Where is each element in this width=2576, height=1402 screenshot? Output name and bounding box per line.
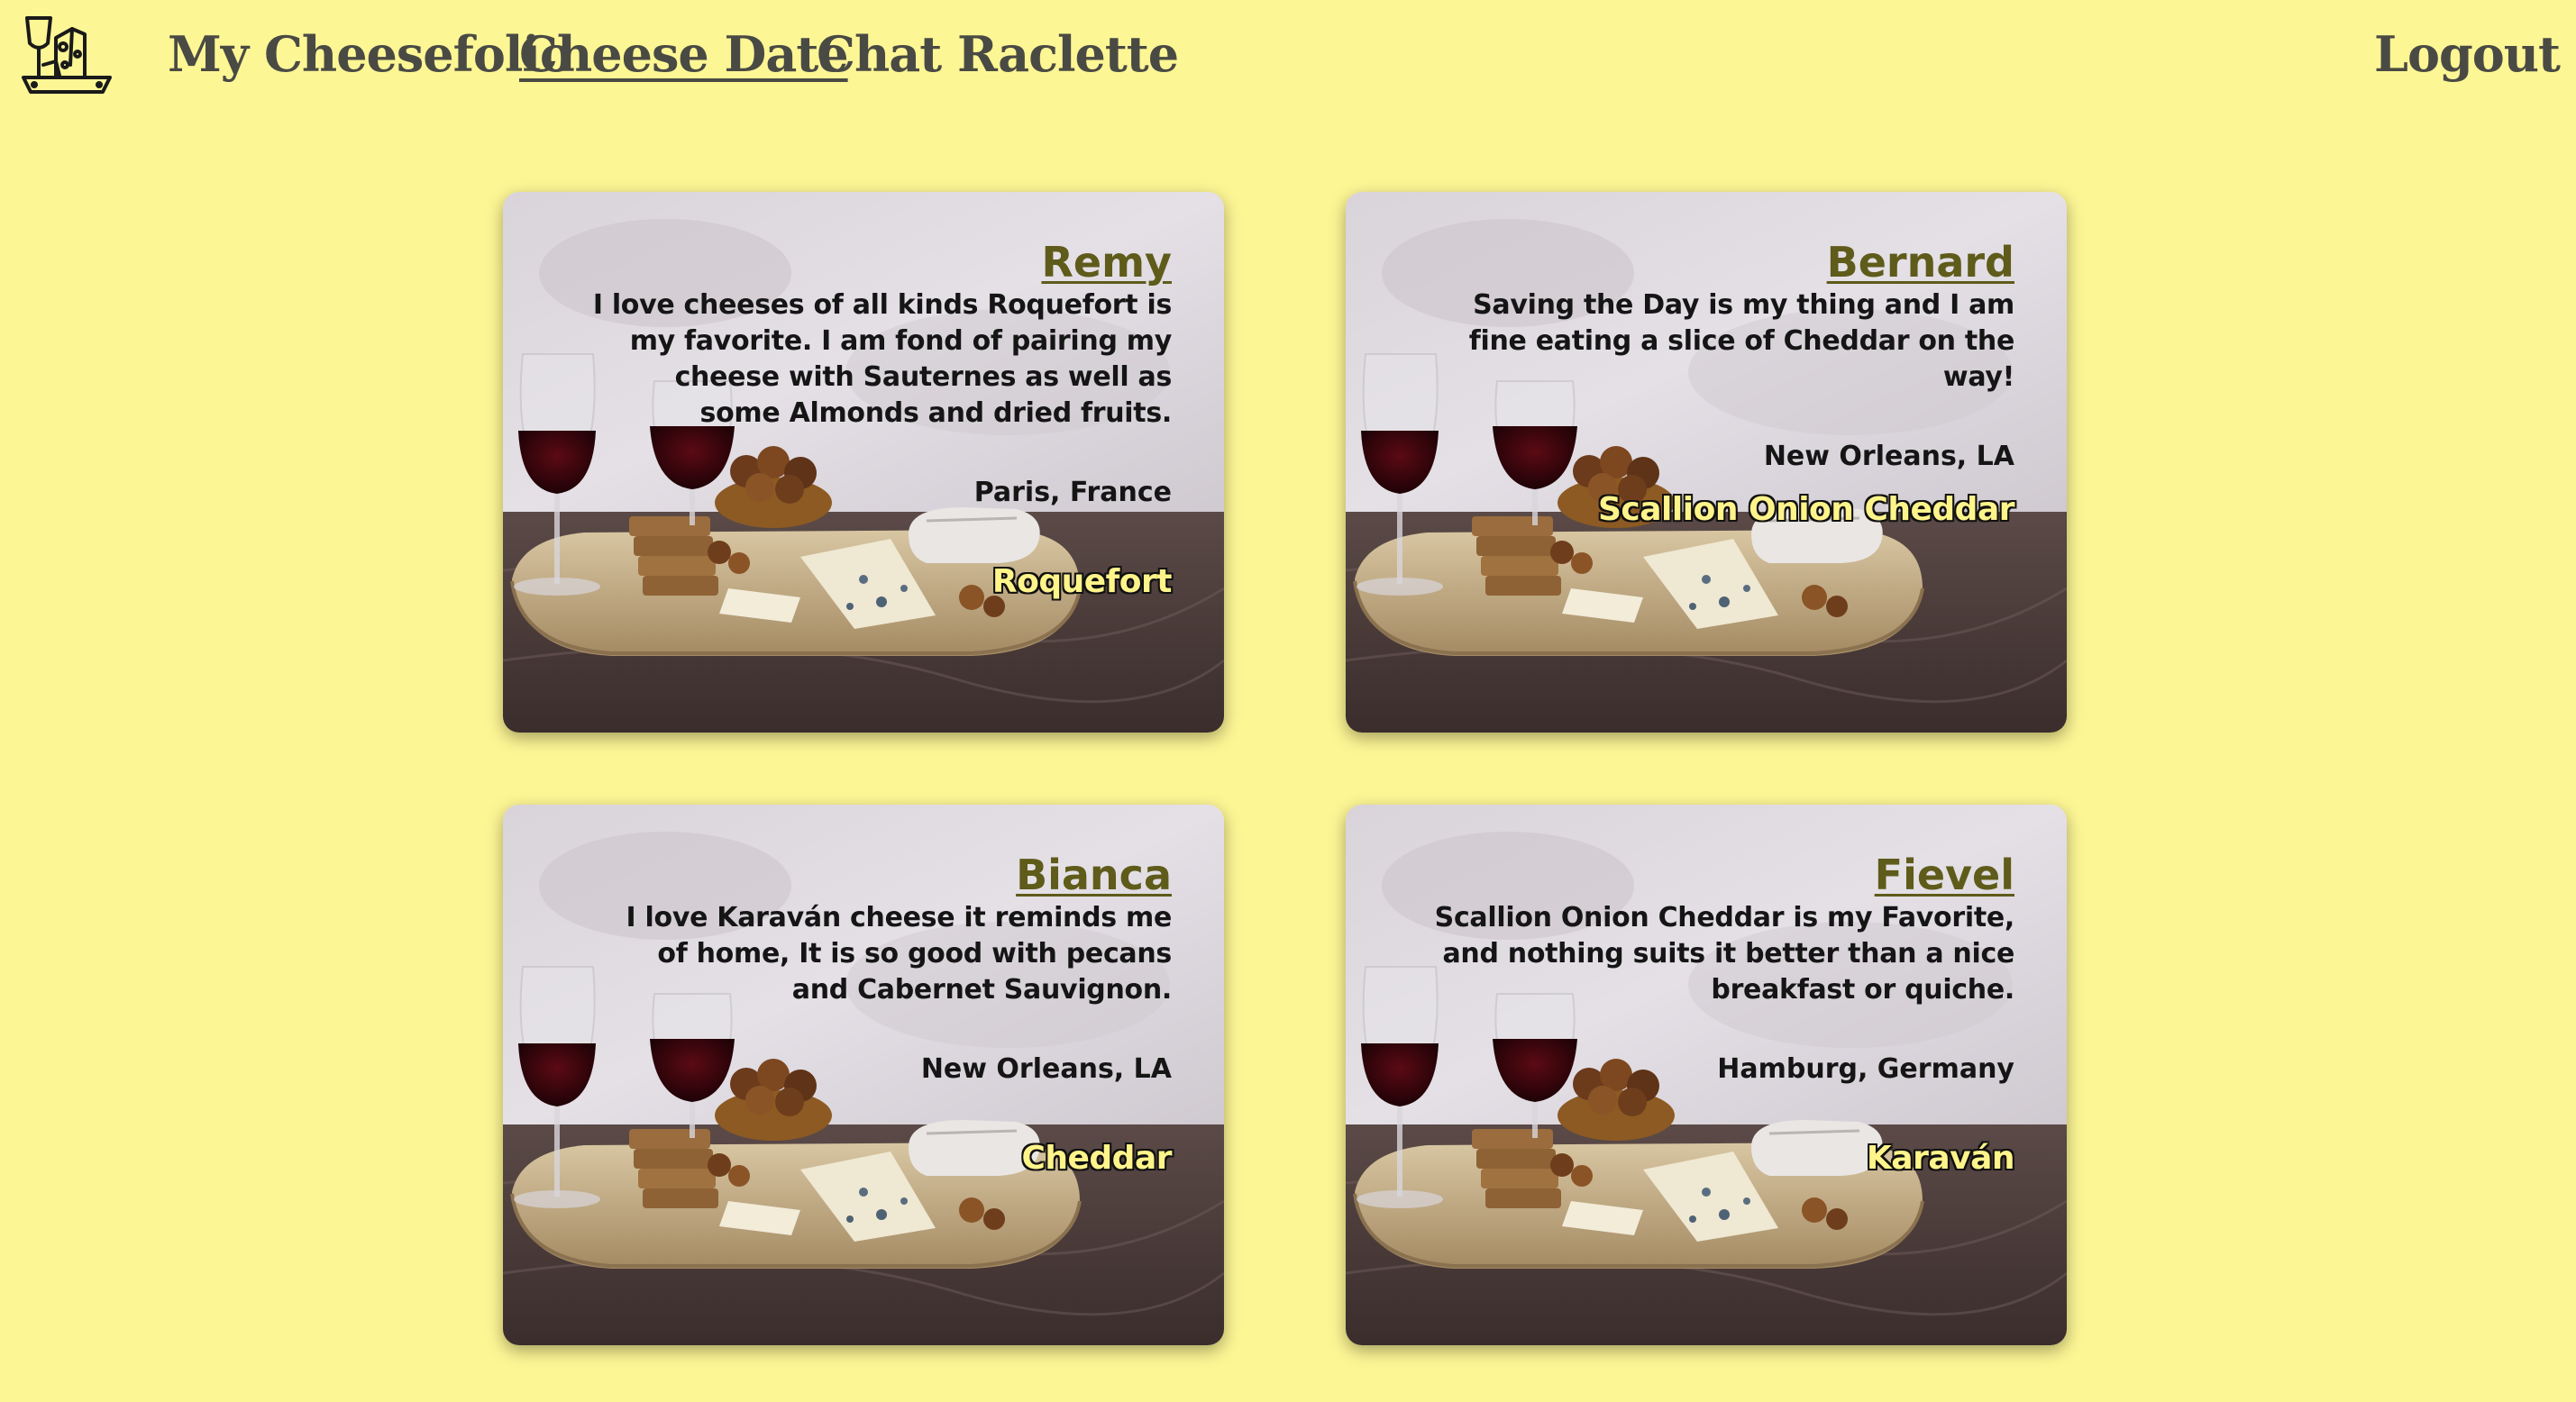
profile-name-link[interactable]: Bianca	[1016, 850, 1172, 900]
profile-location: Paris, France	[973, 477, 1172, 508]
profile-card[interactable]: Bernard Saving the Day is my thing and I…	[1346, 192, 2067, 733]
profile-card[interactable]: Fievel Scallion Onion Cheddar is my Favo…	[1346, 805, 2067, 1345]
profile-card[interactable]: Bianca I love Karaván cheese it reminds …	[503, 805, 1224, 1345]
nav-link-my-cheesefolio[interactable]: My Cheesefolio	[168, 25, 572, 83]
profile-card-text: Fievel Scallion Onion Cheddar is my Favo…	[1384, 850, 2015, 1088]
profile-bio: I love cheeses of all kinds Roquefort is…	[592, 289, 1172, 429]
profile-card-text: Remy I love cheeses of all kinds Roquefo…	[541, 237, 1172, 511]
profile-card-text: Bianca I love Karaván cheese it reminds …	[541, 850, 1173, 1088]
profile-bio: Scallion Onion Cheddar is my Favorite, a…	[1434, 902, 2015, 1006]
favorite-cheese-label: Scallion Onion Cheddar	[1598, 491, 2015, 528]
profile-location: Hamburg, Germany	[1717, 1053, 2014, 1085]
top-navbar: My Cheesefolio Cheese Date Chat Raclette…	[0, 0, 2576, 117]
profile-location: New Orleans, LA	[920, 1053, 1172, 1085]
favorite-cheese-label: Cheddar	[1021, 1140, 1172, 1177]
cheese-board-wine-icon[interactable]	[20, 11, 115, 106]
nav-link-cheese-date[interactable]: Cheese Date	[519, 25, 849, 83]
logout-link[interactable]: Logout	[2374, 25, 2561, 83]
nav-link-chat-raclette[interactable]: Chat Raclette	[817, 25, 1179, 83]
profile-name-link[interactable]: Fievel	[1875, 850, 2014, 900]
profile-card-text: Bernard Saving the Day is my thing and I…	[1384, 237, 2015, 475]
favorite-cheese-label: Karaván	[1866, 1140, 2015, 1177]
profile-bio: I love Karaván cheese it reminds me of h…	[626, 902, 1173, 1006]
profile-name-link[interactable]: Bernard	[1827, 237, 2014, 287]
profile-name-link[interactable]: Remy	[1041, 237, 1172, 287]
favorite-cheese-label: Roquefort	[991, 563, 1173, 600]
profile-card[interactable]: Remy I love cheeses of all kinds Roquefo…	[503, 192, 1224, 733]
profile-bio: Saving the Day is my thing and I am fine…	[1468, 289, 2015, 393]
profile-location: New Orleans, LA	[1763, 441, 2014, 472]
